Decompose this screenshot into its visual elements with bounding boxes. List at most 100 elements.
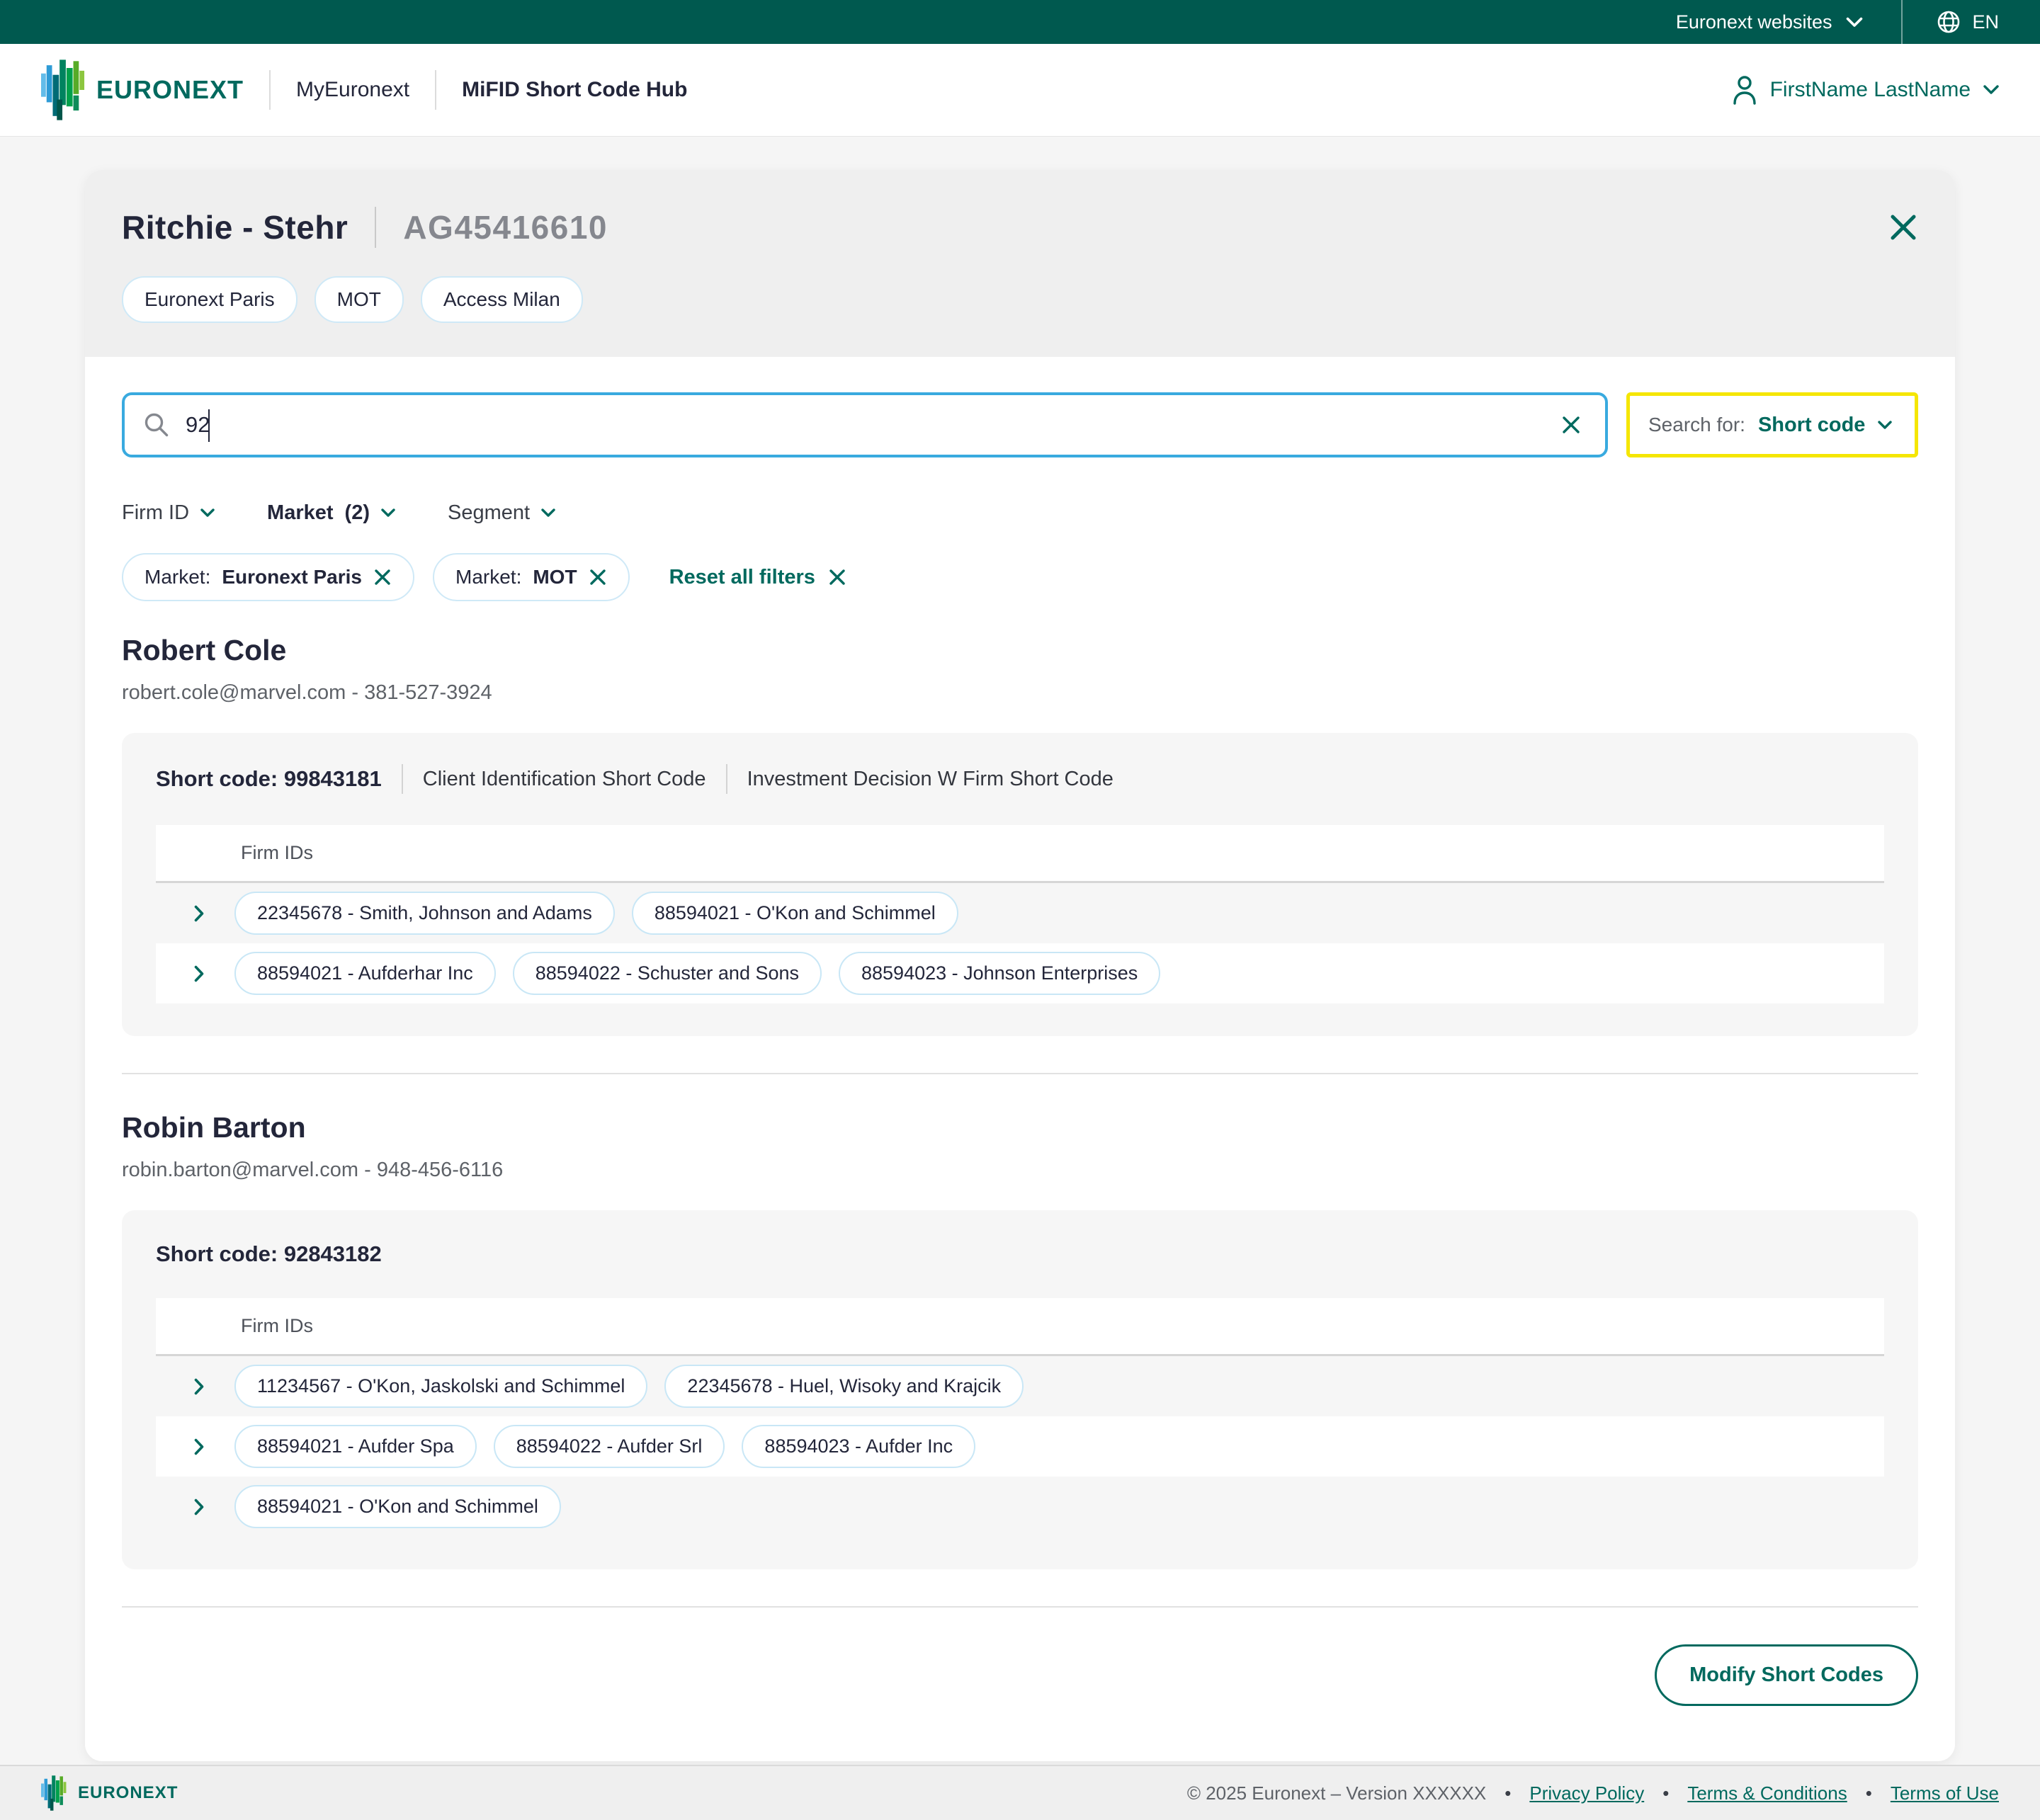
copyright-text: © 2025 Euronext – Version XXXXXX [1187,1782,1486,1804]
footer-link-privacy-policy[interactable]: Privacy Policy [1529,1782,1644,1804]
firm-id-pill: 22345678 - Huel, Wisoky and Krajcik [664,1365,1024,1408]
page-title: Ritchie - Stehr [122,208,348,246]
euronext-logo-icon [41,1774,67,1812]
firm-id-pill: 88594021 - O'Kon and Schimmel [234,1485,561,1528]
account-menu[interactable]: FirstName LastName [1732,75,1999,105]
account-name: FirstName LastName [1770,78,1971,102]
search-for-selector[interactable]: Search for: Short code [1626,392,1918,457]
firm-id-pill: 88594021 - Aufderhar Inc [234,952,496,995]
expand-chevron-icon [194,1498,205,1515]
code-meta: Short code: 92843182 [156,1241,1884,1267]
euronext-logo-icon [41,57,85,123]
search-icon [143,411,170,438]
filter-dropdown-market[interactable]: Market(2) [267,501,395,525]
reset-all-filters-label: Reset all filters [669,566,815,589]
firm-id-pill: 88594023 - Johnson Enterprises [839,952,1160,995]
chip-value: Euronext Paris [222,566,362,588]
person-name: Robert Cole [122,634,1918,667]
filter-dropdown-segment[interactable]: Segment [448,501,555,525]
expand-row-button[interactable] [156,1498,234,1515]
reset-all-filters-button[interactable]: Reset all filters [669,566,846,589]
filters-row: Firm ID Market(2) Segment [122,501,1918,525]
search-for-value: Short code [1758,414,1865,437]
person-section: Robin Barton robin.barton@marvel.com - 9… [122,1111,1918,1608]
footer-logo[interactable]: EURONEXT [41,1774,178,1812]
modify-short-codes-button[interactable]: Modify Short Codes [1655,1644,1918,1706]
topbar: Euronext websites EN [0,0,2040,44]
tag-euronext-paris: Euronext Paris [122,276,298,323]
filter-label: Segment [448,501,530,525]
firm-rows: 11234567 - O'Kon, Jaskolski and Schimmel… [156,1356,1884,1537]
firm-row: 88594021 - O'Kon and Schimmel [156,1477,1884,1537]
firm-id-pill: 88594022 - Aufder Srl [494,1425,725,1468]
firm-id-pill: 88594023 - Aufder Inc [742,1425,975,1468]
footer-link-terms-of-use[interactable]: Terms of Use [1891,1782,1999,1804]
footer-link-terms-conditions[interactable]: Terms & Conditions [1687,1782,1847,1804]
expand-row-button[interactable] [156,1378,234,1395]
chevron-down-icon [1846,17,1863,28]
code-meta: Short code: 99843181 Client Identificati… [156,764,1884,794]
firm-id-pill: 88594021 - O'Kon and Schimmel [632,892,958,935]
search-field[interactable] [122,392,1608,457]
firm-row: 11234567 - O'Kon, Jaskolski and Schimmel… [156,1356,1884,1416]
firm-row: 88594021 - Aufder Spa88594022 - Aufder S… [156,1416,1884,1477]
section-divider [122,1606,1918,1608]
actions-row: Modify Short Codes [122,1644,1918,1706]
firm-id-pills: 88594021 - Aufderhar Inc 88594022 - Schus… [234,943,1160,1003]
nav-item-myeuronext[interactable]: MyEuronext [296,78,409,102]
chevron-down-icon [200,508,215,518]
chip-label: Market: [455,566,521,588]
close-icon [1888,212,1918,242]
panel-header: Ritchie - Stehr AG45416610 Euronext Pari… [85,170,1955,357]
tags-row: Euronext ParisMOTAccess Milan [122,276,1918,323]
close-button[interactable] [1888,212,1918,242]
people-list: Robert Cole robert.cole@marvel.com - 381… [122,634,1918,1608]
page-content: Ritchie - Stehr AG45416610 Euronext Pari… [0,137,2040,1765]
code-type-label: Client Identification Short Code [423,768,706,791]
person-name: Robin Barton [122,1111,1918,1144]
section-divider [122,1073,1918,1074]
firm-ids-header: Firm IDs [156,1298,1884,1356]
expand-row-button[interactable] [156,965,234,982]
filter-chip-mot: Market:MOT [433,553,630,601]
remove-filter-icon[interactable] [589,568,607,586]
short-code-card: Short code: 99843181 Client Identificati… [122,733,1918,1036]
reset-icon [828,568,846,586]
firm-id-pill: 88594022 - Schuster and Sons [513,952,822,995]
clear-search-button[interactable] [1561,415,1581,435]
app-header: EURONEXT MyEuronext MiFID Short Code Hub… [0,44,2040,137]
brand-name: EURONEXT [96,75,244,105]
search-row: Search for: Short code [122,392,1918,457]
expand-row-button[interactable] [156,1438,234,1455]
user-icon [1732,75,1757,105]
euronext-websites-label: Euronext websites [1676,11,1832,33]
firm-row: 88594021 - Aufderhar Inc 88594022 - Schus… [156,943,1884,1003]
tag-access-milan: Access Milan [421,276,583,323]
expand-row-button[interactable] [156,905,234,922]
meta-divider [402,764,403,794]
euronext-logo[interactable]: EURONEXT [41,57,244,123]
filter-dropdown-firm-id[interactable]: Firm ID [122,501,215,525]
remove-filter-icon[interactable] [373,568,392,586]
firm-rows: 22345678 - Smith, Johnson and Adams88594… [156,883,1884,1003]
person-contact: robert.cole@marvel.com - 381-527-3924 [122,681,1918,705]
chevron-down-icon [1983,85,1999,95]
filter-count: (2) [345,501,370,525]
nav-item-mifid-short-code-hub[interactable]: MiFID Short Code Hub [462,78,687,102]
firm-ids-header: Firm IDs [156,825,1884,883]
code-type-label: Investment Decision W Firm Short Code [747,768,1114,791]
footer: EURONEXT © 2025 Euronext – Version XXXXX… [0,1765,2040,1820]
expand-chevron-icon [194,905,205,922]
short-code-label: Short code: 92843182 [156,1241,382,1267]
filter-label: Firm ID [122,501,189,525]
clear-icon [1561,415,1581,435]
search-input[interactable] [186,412,1561,438]
firm-row: 22345678 - Smith, Johnson and Adams88594… [156,883,1884,943]
chevron-down-icon [541,508,555,518]
euronext-websites-menu[interactable]: Euronext websites [1676,0,1902,44]
firm-ids-table: Firm IDs 22345678 - Smith, Johnson and A… [156,825,1884,1003]
short-code-card: Short code: 92843182 Firm IDs 11234567 -… [122,1210,1918,1569]
language-menu[interactable]: EN [1903,0,1999,44]
chips-row: Market: Euronext Paris Market:MOT Reset al… [122,553,1918,601]
search-for-label: Search for: [1648,414,1745,436]
